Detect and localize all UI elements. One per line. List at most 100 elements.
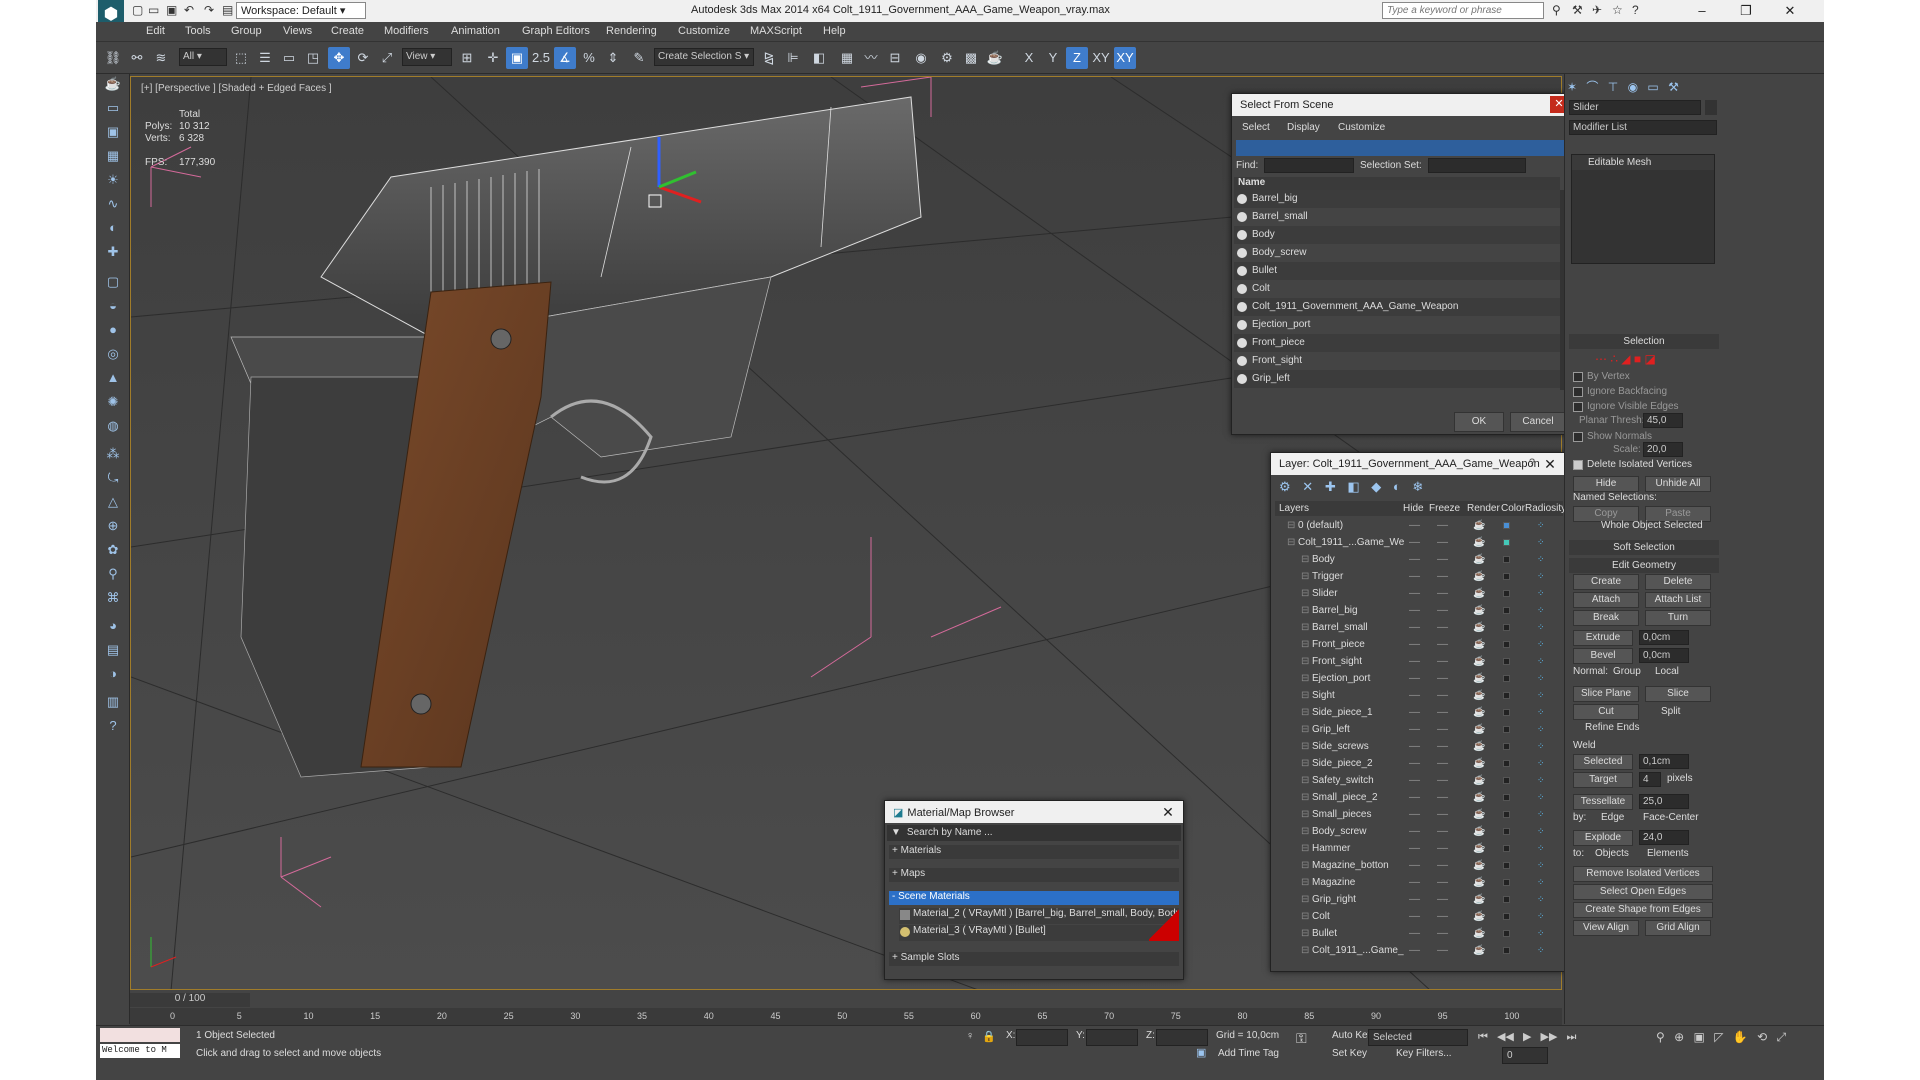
layer-color-swatch[interactable] <box>1503 947 1510 954</box>
layer-hide-toggle[interactable]: –– <box>1409 534 1420 551</box>
col-freeze[interactable]: Freeze <box>1429 503 1460 514</box>
field-of-view-icon[interactable]: ◸ <box>1714 1030 1723 1044</box>
layer-help-icon[interactable]: ? <box>1529 457 1535 469</box>
cancel-button[interactable]: Cancel <box>1510 412 1566 432</box>
layer-color-swatch[interactable] <box>1503 828 1510 835</box>
col-color[interactable]: Color <box>1501 503 1525 514</box>
layer-expand-icon[interactable]: ⊟ <box>1301 874 1309 891</box>
curve-editor-icon[interactable]: 〰 <box>860 47 882 69</box>
help-icon[interactable]: ? <box>1632 3 1639 17</box>
layer-radiosity-icon[interactable]: ⁘ <box>1537 687 1545 704</box>
schematic-view-icon[interactable]: ⊟ <box>884 47 906 69</box>
material-browser-close-button[interactable]: ✕ <box>1157 801 1179 823</box>
view-align-button[interactable]: View Align <box>1573 920 1639 936</box>
section-materials[interactable]: + Materials <box>889 845 1179 859</box>
menu-customize[interactable]: Customize <box>678 25 730 37</box>
layer-expand-icon[interactable]: ⊟ <box>1287 517 1295 534</box>
slice-plane-button[interactable]: Slice Plane <box>1573 686 1639 702</box>
menu-create[interactable]: Create <box>331 25 364 37</box>
objects-radio[interactable]: Objects <box>1595 848 1629 859</box>
calculator-icon[interactable]: ▦ <box>102 148 124 168</box>
layer-hide-toggle[interactable]: –– <box>1409 653 1420 670</box>
weld-target-field[interactable]: 4 <box>1639 772 1661 787</box>
cone-icon[interactable]: ▲ <box>102 370 124 390</box>
viewport-label[interactable]: [+] [Perspective ] [Shaded + Edged Faces… <box>141 83 332 94</box>
layer-expand-icon[interactable]: ⊟ <box>1301 908 1309 925</box>
layer-hide-toggle[interactable]: –– <box>1409 602 1420 619</box>
layer-expand-icon[interactable]: ⊟ <box>1301 755 1309 772</box>
layer-radiosity-icon[interactable]: ⁘ <box>1537 551 1545 568</box>
box-icon[interactable]: ▣ <box>102 124 124 144</box>
zoom-all-icon[interactable]: ⊕ <box>1674 1030 1684 1044</box>
attach-button[interactable]: Attach <box>1573 592 1639 608</box>
list-item[interactable]: Barrel_big <box>1234 190 1560 208</box>
bone-icon[interactable]: ⚲ <box>102 566 124 586</box>
menu-modifiers[interactable]: Modifiers <box>384 25 429 37</box>
box-primitive-icon[interactable]: ▢ <box>102 274 124 294</box>
ignore-visible-edges-checkbox[interactable] <box>1573 402 1583 412</box>
layer-expand-icon[interactable]: ⊟ <box>1301 942 1309 959</box>
time-slider[interactable]: 0 / 100 <box>130 993 250 1007</box>
layer-render-toggle[interactable]: ☕ <box>1473 772 1485 789</box>
named-selection-set-dropdown[interactable]: Create Selection S ▾ <box>654 48 754 66</box>
align-icon[interactable]: ⊫ <box>782 47 804 69</box>
layer-expand-icon[interactable]: ⊟ <box>1301 840 1309 857</box>
list-item[interactable]: Grip_left <box>1234 370 1560 388</box>
menu-help[interactable]: Help <box>823 25 846 37</box>
layer-row[interactable]: ⊟ Small_pieces –– –– ☕ ⁘ <box>1275 806 1565 823</box>
layer-hide-toggle[interactable]: –– <box>1409 823 1420 840</box>
maxscript-listener[interactable] <box>100 1028 180 1042</box>
y-coordinate-field[interactable] <box>1086 1029 1138 1046</box>
ignore-backfacing-checkbox[interactable] <box>1573 387 1583 397</box>
layer-radiosity-icon[interactable]: ⁘ <box>1537 772 1545 789</box>
selection-filter-dropdown[interactable]: All ▾ <box>179 48 227 66</box>
graphite-ribbon-icon[interactable]: ▦ <box>836 47 858 69</box>
layer-freeze-toggle[interactable]: –– <box>1437 925 1448 942</box>
menu-graph-editors[interactable]: Graph Editors <box>522 25 590 37</box>
explode-field[interactable]: 24,0 <box>1639 830 1689 845</box>
open-file-icon[interactable]: ▭ <box>148 3 159 17</box>
layer-hide-toggle[interactable]: –– <box>1409 840 1420 857</box>
layer-hide-toggle[interactable]: –– <box>1409 857 1420 874</box>
create-shape-button[interactable]: Create Shape from Edges <box>1573 902 1713 918</box>
layer-row[interactable]: ⊟ Trigger –– –– ☕ ⁘ <box>1275 568 1565 585</box>
maximize-button[interactable]: ❐ <box>1726 0 1766 22</box>
layer-row[interactable]: ⊟ Barrel_small –– –– ☕ ⁘ <box>1275 619 1565 636</box>
layer-expand-icon[interactable]: ⊟ <box>1301 636 1309 653</box>
layer-color-swatch[interactable] <box>1503 777 1510 784</box>
layer-expand-icon[interactable]: ⊟ <box>1301 857 1309 874</box>
layer-row[interactable]: ⊟ Sight –– –– ☕ ⁘ <box>1275 687 1565 704</box>
layer-render-toggle[interactable]: ☕ <box>1473 636 1485 653</box>
layer-hide-toggle[interactable]: –– <box>1409 806 1420 823</box>
create-layer-icon[interactable]: ⚙ <box>1279 479 1291 494</box>
list-item[interactable]: Front_sight <box>1234 352 1560 370</box>
layer-row[interactable]: ⊟ Ejection_port –– –– ☕ ⁘ <box>1275 670 1565 687</box>
layer-row[interactable]: ⊟ Magazine_botton –– –– ☕ ⁘ <box>1275 857 1565 874</box>
layer-radiosity-icon[interactable]: ⁘ <box>1537 891 1545 908</box>
layer-color-swatch[interactable] <box>1503 845 1510 852</box>
planar-thresh-field[interactable]: 45,0 <box>1643 413 1683 428</box>
layer-freeze-toggle[interactable]: –– <box>1437 602 1448 619</box>
menu-group[interactable]: Group <box>231 25 262 37</box>
layer-freeze-toggle[interactable]: –– <box>1437 568 1448 585</box>
axis-y[interactable]: Y <box>1042 47 1064 69</box>
time-tag-icon[interactable]: ▣ <box>1196 1046 1206 1059</box>
layer-color-swatch[interactable] <box>1503 607 1510 614</box>
layer-row[interactable]: ⊟ Side_piece_1 –– –– ☕ ⁘ <box>1275 704 1565 721</box>
layer-render-toggle[interactable]: ☕ <box>1473 925 1485 942</box>
layer-freeze-toggle[interactable]: –– <box>1437 670 1448 687</box>
layer-expand-icon[interactable]: ⊟ <box>1287 534 1295 551</box>
layer-hide-toggle[interactable]: –– <box>1409 755 1420 772</box>
layer-render-toggle[interactable]: ☕ <box>1473 891 1485 908</box>
layer-expand-icon[interactable]: ⊟ <box>1301 687 1309 704</box>
plant-icon[interactable]: ✿ <box>102 542 124 562</box>
col-render[interactable]: Render <box>1467 503 1500 514</box>
layer-radiosity-icon[interactable]: ⁘ <box>1537 602 1545 619</box>
menu-tools[interactable]: Tools <box>185 25 211 37</box>
texture-icon[interactable]: ▤ <box>102 642 124 662</box>
light-icon[interactable]: ☀ <box>102 172 124 192</box>
menu-rendering[interactable]: Rendering <box>606 25 657 37</box>
layer-expand-icon[interactable]: ⊟ <box>1301 789 1309 806</box>
current-frame-field[interactable]: 0 <box>1502 1047 1548 1064</box>
sfs-filter-toolbar[interactable] <box>1236 140 1566 156</box>
